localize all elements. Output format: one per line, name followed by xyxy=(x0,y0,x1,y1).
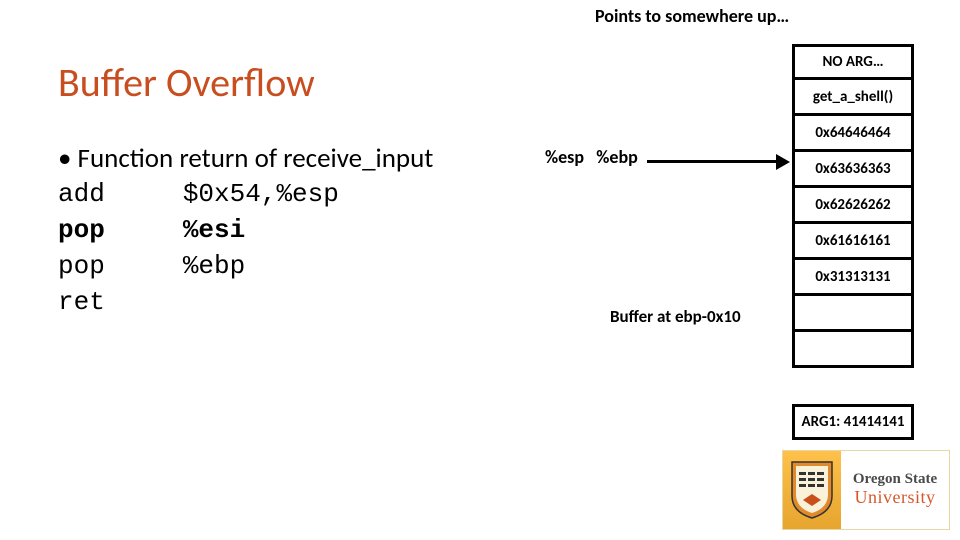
asm-op: ret xyxy=(58,287,105,317)
asm-arg: $0x54,%esp xyxy=(183,179,339,209)
asm-row-1: add $0x54,%esp xyxy=(58,177,433,213)
bullet-line: • Function return of receive_input xyxy=(58,140,433,177)
pointer-arrow-line xyxy=(647,160,779,163)
asm-op: pop xyxy=(58,251,105,281)
stack-cell xyxy=(792,296,914,332)
asm-op: add xyxy=(58,179,105,209)
top-annotation: Points to somewhere up… xyxy=(595,5,789,27)
osu-logo-text: Oregon State University xyxy=(841,451,949,529)
asm-arg: %esi xyxy=(183,215,245,245)
stack-cell: 0x31313131 xyxy=(792,260,914,296)
stack-cell xyxy=(792,332,914,368)
logo-line-2: University xyxy=(855,487,936,508)
stack-cell: 0x62626262 xyxy=(792,188,914,224)
pointer-arrow-head-icon xyxy=(776,154,790,170)
stack-cell: get_a_shell() xyxy=(792,80,914,116)
ebp-label: %ebp xyxy=(596,146,638,168)
content-block: • Function return of receive_input add $… xyxy=(58,140,433,321)
asm-row-3: pop %ebp xyxy=(58,249,433,285)
stack-cell: 0x61616161 xyxy=(792,224,914,260)
asm-op: pop xyxy=(58,215,105,245)
stack-diagram: NO ARG… get_a_shell() 0x64646464 0x63636… xyxy=(792,44,914,368)
register-pointers: %esp %ebp xyxy=(545,146,638,168)
logo-line-1: Oregon State xyxy=(853,472,937,488)
asm-arg: %ebp xyxy=(183,251,245,281)
buffer-annotation: Buffer at ebp-0x10 xyxy=(610,306,741,327)
slide-title: Buffer Overflow xyxy=(58,58,315,107)
stack-cell: 0x64646464 xyxy=(792,116,914,152)
stack-cell: NO ARG… xyxy=(792,44,914,80)
esp-label: %esp xyxy=(545,146,584,168)
asm-row-4: ret xyxy=(58,285,433,321)
stack-cell-arg1: ARG1: 41414141 xyxy=(792,404,914,440)
stack-cell: 0x63636363 xyxy=(792,152,914,188)
osu-logo: Oregon State University xyxy=(782,450,950,530)
arg1-cell: ARG1: 41414141 xyxy=(792,404,914,440)
osu-shield-icon xyxy=(783,451,841,529)
asm-row-2: pop %esi xyxy=(58,213,433,249)
